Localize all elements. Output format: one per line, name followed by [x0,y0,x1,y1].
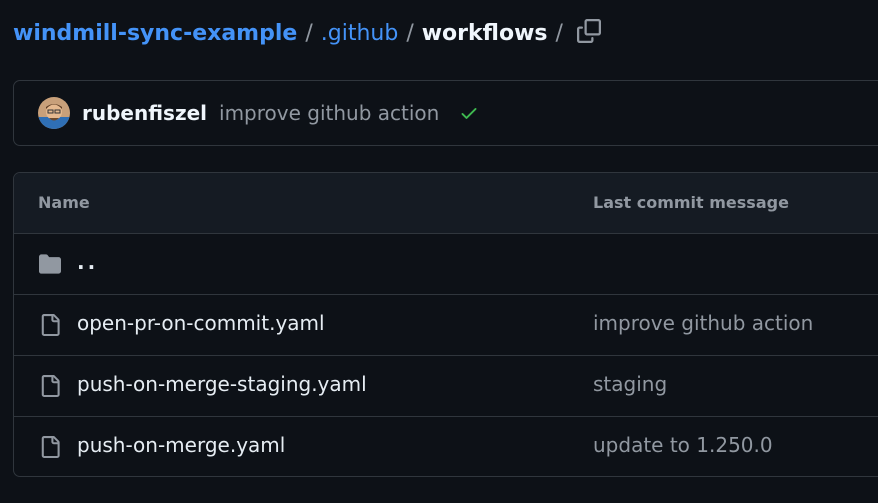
copy-path-button[interactable] [572,14,606,48]
file-name-link[interactable]: push-on-merge-staging.yaml [77,372,367,396]
column-header-last-commit: Last commit message [593,193,789,212]
copy-icon [577,19,601,43]
breadcrumb-separator: / [406,21,414,46]
column-header-name: Name [38,193,90,212]
commit-status[interactable] [459,103,479,123]
table-row[interactable]: open-pr-on-commit.yaml improve github ac… [14,295,878,356]
file-commit-message[interactable]: improve github action [593,311,813,335]
table-row[interactable]: push-on-merge.yaml update to 1.250.0 [14,417,878,476]
breadcrumb-separator: / [305,21,313,46]
breadcrumb-repo-link[interactable]: windmill-sync-example [13,17,297,51]
file-name-link[interactable]: open-pr-on-commit.yaml [77,311,325,335]
file-browser-page: windmill-sync-example / .github / workfl… [0,0,878,503]
check-icon [461,108,477,119]
parent-directory-link[interactable]: .. [77,250,98,274]
file-commit-message[interactable]: staging [593,372,667,396]
breadcrumb-current-folder: workflows [421,21,548,46]
table-header: Name Last commit message [14,173,878,234]
file-icon [36,313,64,337]
breadcrumb-separator: / [555,21,563,46]
breadcrumb-folder-link[interactable]: .github [321,17,399,51]
latest-commit-box: rubenfiszel improve github action [13,80,878,146]
file-table: Name Last commit message .. open-pr-on-c… [13,172,878,477]
file-icon [36,374,64,398]
file-commit-message[interactable]: update to 1.250.0 [593,433,773,457]
parent-directory-row[interactable]: .. [14,234,878,295]
folder-icon [36,252,64,276]
table-row[interactable]: push-on-merge-staging.yaml staging [14,356,878,417]
avatar-image [38,97,70,129]
file-icon [36,435,64,459]
file-name-link[interactable]: push-on-merge.yaml [77,433,285,457]
commit-author[interactable]: rubenfiszel [82,101,207,125]
breadcrumb: windmill-sync-example / .github / workfl… [13,17,571,51]
avatar[interactable] [38,97,70,129]
commit-message[interactable]: improve github action [219,101,439,125]
